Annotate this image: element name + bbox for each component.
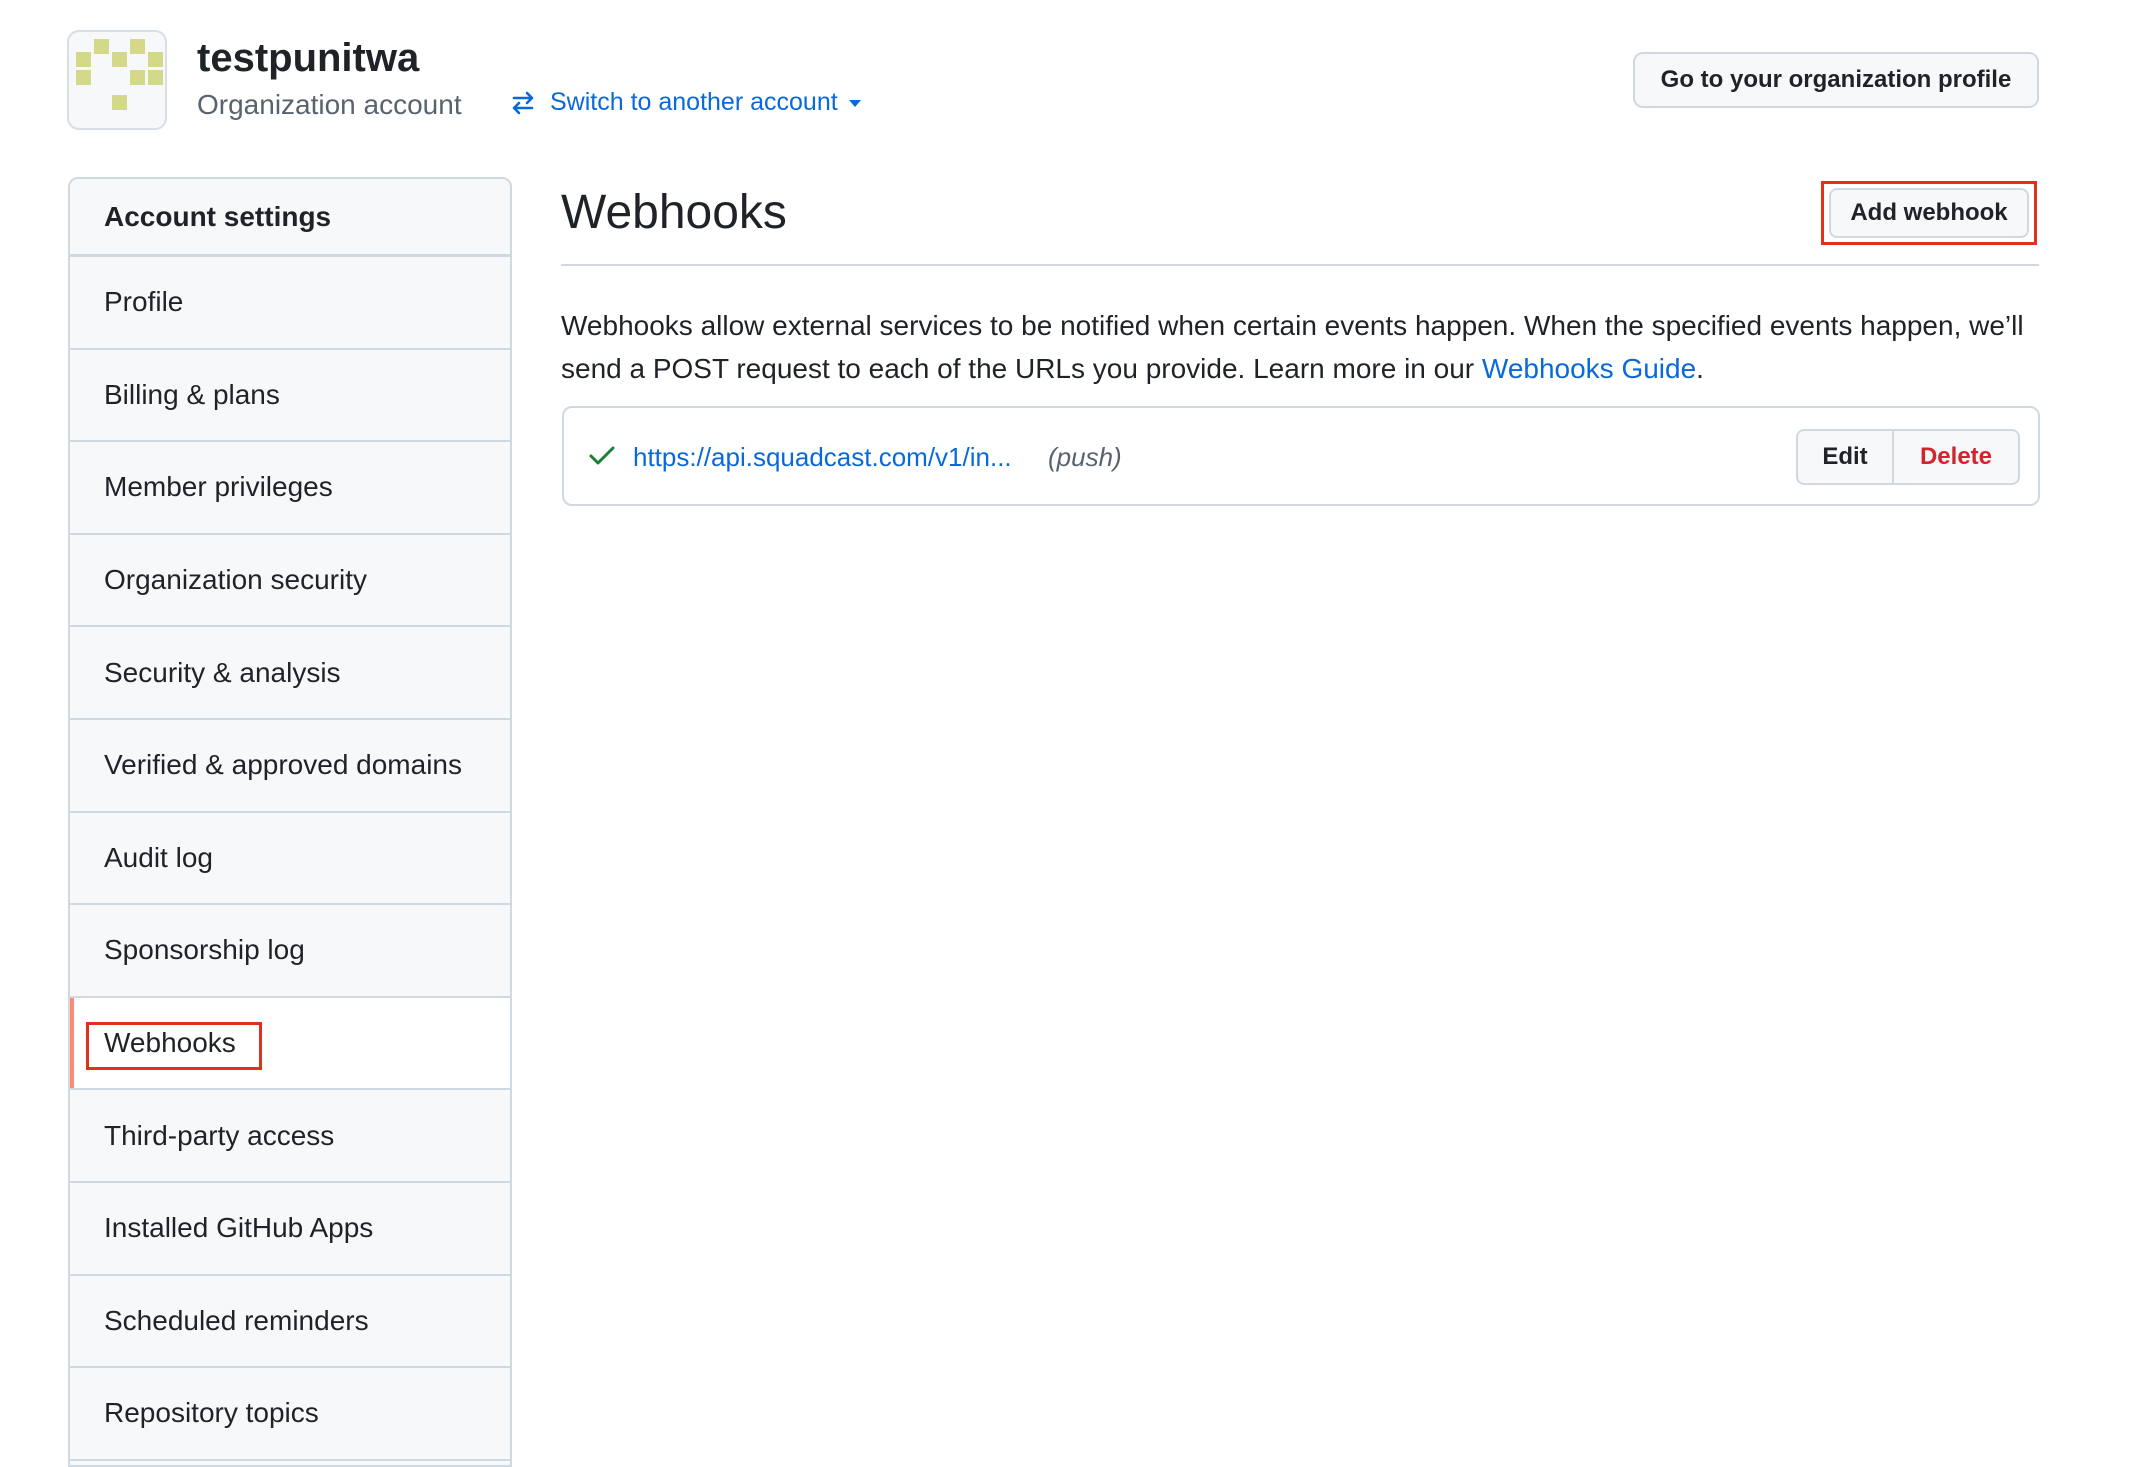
switch-account-label: Switch to another account bbox=[550, 88, 838, 116]
sidebar-item-webhooks[interactable]: Webhooks bbox=[70, 997, 510, 1091]
switch-account-link[interactable]: Switch to another account bbox=[510, 88, 862, 117]
title-divider bbox=[561, 264, 2039, 266]
sidebar-item-organization-security[interactable]: Organization security bbox=[70, 534, 510, 628]
delete-webhook-button[interactable]: Delete bbox=[1894, 431, 2018, 483]
settings-sidebar: Account settings Profile Billing & plans… bbox=[68, 177, 512, 1467]
webhooks-description: Webhooks allow external services to be n… bbox=[561, 304, 2051, 390]
sidebar-item-member-privileges[interactable]: Member privileges bbox=[70, 442, 510, 535]
sidebar-item-third-party-access[interactable]: Third-party access bbox=[70, 1090, 510, 1183]
webhook-actions: Edit Delete bbox=[1796, 429, 2020, 485]
sidebar-item-scheduled-reminders[interactable]: Scheduled reminders bbox=[70, 1275, 510, 1369]
sidebar-item-label: Audit log bbox=[104, 841, 213, 873]
sidebar-heading: Account settings bbox=[70, 179, 510, 257]
webhook-event-label: (push) bbox=[1048, 442, 1122, 472]
arrow-switch-icon bbox=[512, 91, 534, 114]
webhook-url-link[interactable]: https://api.squadcast.com/v1/in... bbox=[633, 442, 1012, 473]
sidebar-item-label: Security & analysis bbox=[104, 656, 341, 688]
sidebar-item-profile[interactable]: Profile bbox=[70, 257, 510, 350]
webhooks-guide-link[interactable]: Webhooks Guide bbox=[1482, 353, 1696, 384]
add-webhook-button[interactable]: Add webhook bbox=[1829, 188, 2029, 238]
sidebar-item-audit-log[interactable]: Audit log bbox=[70, 812, 510, 906]
org-profile-button[interactable]: Go to your organization profile bbox=[1633, 52, 2039, 108]
sidebar-item-label: Repository topics bbox=[104, 1397, 319, 1429]
identicon-icon bbox=[76, 39, 163, 110]
org-name: testpunitwa bbox=[197, 36, 420, 80]
sidebar-item-installed-apps[interactable]: Installed GitHub Apps bbox=[70, 1182, 510, 1276]
sidebar-item-billing[interactable]: Billing & plans bbox=[70, 349, 510, 443]
sidebar-item-repository-topics[interactable]: Repository topics bbox=[70, 1368, 510, 1461]
sidebar-item-label: Sponsorship log bbox=[104, 934, 305, 966]
sidebar-item-sponsorship-log[interactable]: Sponsorship log bbox=[70, 905, 510, 998]
check-icon bbox=[589, 446, 615, 465]
sidebar-item-label: Scheduled reminders bbox=[104, 1304, 369, 1336]
description-end: . bbox=[1696, 353, 1704, 384]
description-text: Webhooks allow external services to be n… bbox=[561, 310, 2024, 384]
page-title: Webhooks bbox=[561, 186, 787, 239]
triangle-down-icon bbox=[848, 99, 861, 107]
sidebar-item-label: Billing & plans bbox=[104, 378, 280, 410]
sidebar-item-label: Organization security bbox=[104, 564, 368, 596]
webhook-list-item: https://api.squadcast.com/v1/in... (push… bbox=[562, 406, 2040, 506]
org-type: Organization account bbox=[197, 89, 462, 120]
sidebar-item-security-analysis[interactable]: Security & analysis bbox=[70, 627, 510, 720]
sidebar-item-label: Verified & approved domains bbox=[104, 749, 462, 781]
edit-webhook-button[interactable]: Edit bbox=[1798, 431, 1894, 483]
sidebar-item-label: Member privileges bbox=[104, 471, 333, 503]
sidebar-item-verified-domains[interactable]: Verified & approved domains bbox=[70, 719, 510, 813]
sidebar-item-label: Third-party access bbox=[104, 1119, 335, 1151]
annotation-highlight-box: Add webhook bbox=[1821, 181, 2037, 245]
org-avatar[interactable] bbox=[67, 30, 167, 130]
sidebar-item-label: Installed GitHub Apps bbox=[104, 1212, 374, 1244]
sidebar-item-label: Webhooks bbox=[104, 1027, 236, 1059]
sidebar-item-label: Profile bbox=[104, 286, 184, 318]
